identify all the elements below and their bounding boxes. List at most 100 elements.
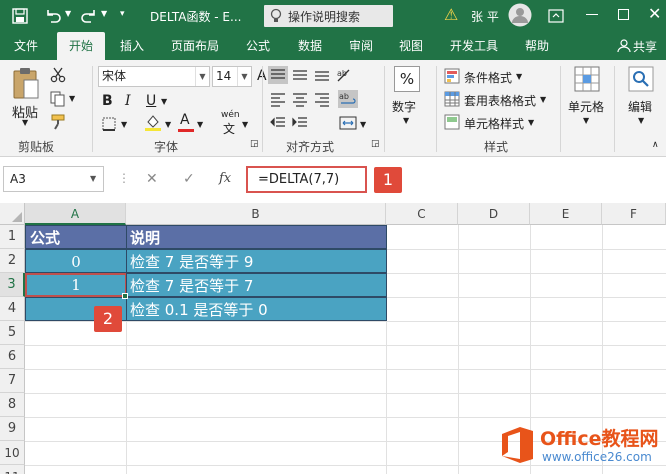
underline-dropdown-icon[interactable]: ▼ <box>161 97 167 106</box>
wrap-text-icon[interactable]: ab <box>338 90 358 108</box>
close-button[interactable]: ✕ <box>648 4 661 23</box>
cells-button[interactable]: 单元格 ▼ <box>566 66 608 130</box>
merge-dropdown-icon[interactable]: ▼ <box>360 120 366 129</box>
enter-icon[interactable]: ✓ <box>183 171 195 187</box>
name-box[interactable]: A3 ▼ <box>3 166 104 192</box>
customize-toolbar-icon[interactable]: ▾ <box>120 9 125 19</box>
tab-help[interactable]: 帮助 <box>515 32 559 60</box>
cell-style-icon[interactable] <box>444 114 460 130</box>
font-name-select[interactable]: 宋体 ▼ <box>98 66 210 87</box>
font-size-select[interactable]: 14 ▼ <box>212 66 252 87</box>
tab-developer[interactable]: 开发工具 <box>444 32 504 60</box>
orientation-icon[interactable]: ab <box>334 66 354 84</box>
align-left-icon[interactable] <box>268 90 288 108</box>
select-all-corner[interactable] <box>0 203 25 225</box>
fill-handle[interactable] <box>122 293 128 299</box>
editing-button[interactable]: 编辑 ▼ <box>622 66 662 130</box>
format-painter-icon[interactable] <box>50 114 68 130</box>
number-format-button[interactable]: % 数字 ▼ <box>390 66 424 126</box>
row-header-6[interactable]: 6 <box>0 345 25 369</box>
tab-page-layout[interactable]: 页面布局 <box>165 32 225 60</box>
bold-button[interactable]: B <box>102 93 113 109</box>
maximize-button[interactable] <box>618 9 629 20</box>
align-center-icon[interactable] <box>290 90 310 108</box>
cell-a2[interactable]: 0 <box>25 249 127 273</box>
tab-data[interactable]: 数据 <box>288 32 332 60</box>
cell-b2[interactable]: 检查 7 是否等于 9 <box>126 249 387 273</box>
column-header-c[interactable]: C <box>386 203 458 225</box>
font-dialog-launcher-icon[interactable]: ◲ <box>250 139 259 149</box>
phonetic-wen-char[interactable]: 文 <box>223 120 235 137</box>
table-format-icon[interactable] <box>444 91 460 107</box>
align-top-icon[interactable] <box>268 66 288 84</box>
tab-home[interactable]: 开始 <box>57 32 105 60</box>
underline-button[interactable]: U <box>146 93 156 109</box>
undo-icon[interactable] <box>44 8 62 24</box>
ribbon-display-icon[interactable] <box>548 9 564 23</box>
row-header-1[interactable]: 1 <box>0 225 25 249</box>
column-header-d[interactable]: D <box>458 203 530 225</box>
decrease-indent-icon[interactable] <box>268 114 288 132</box>
cut-icon[interactable] <box>50 67 66 83</box>
align-bottom-icon[interactable] <box>312 66 332 84</box>
redo-dropdown-icon[interactable]: ▼ <box>101 9 107 18</box>
column-header-e[interactable]: E <box>530 203 602 225</box>
cell-b1[interactable]: 说明 <box>126 225 387 249</box>
share-button[interactable]: 共享 <box>617 32 665 60</box>
copy-icon[interactable] <box>50 91 66 107</box>
font-color-button[interactable]: A <box>180 112 190 128</box>
cell-a3[interactable]: 1 <box>25 273 127 297</box>
conditional-format-label[interactable]: 条件格式 <box>464 69 512 86</box>
number-dropdown-icon[interactable]: ▼ <box>403 116 409 125</box>
table-format-label[interactable]: 套用表格格式 <box>464 92 536 109</box>
save-icon[interactable] <box>12 8 28 24</box>
increase-indent-icon[interactable] <box>290 114 310 132</box>
row-header-11[interactable]: 11 <box>0 465 25 474</box>
merge-center-icon[interactable] <box>338 114 358 132</box>
paste-icon[interactable] <box>11 66 41 100</box>
row-header-10[interactable]: 10 <box>0 441 25 465</box>
phonetic-wen-label[interactable]: wén <box>221 110 240 120</box>
tab-view[interactable]: 视图 <box>389 32 433 60</box>
cancel-icon[interactable]: ✕ <box>146 171 158 187</box>
border-icon[interactable] <box>102 117 116 131</box>
font-name-dropdown-icon[interactable]: ▼ <box>195 67 209 86</box>
fill-color-dropdown-icon[interactable]: ▼ <box>165 120 171 129</box>
user-name[interactable]: 张 平 <box>471 8 499 25</box>
tab-formulas[interactable]: 公式 <box>236 32 280 60</box>
cells-dropdown-icon[interactable]: ▼ <box>583 116 589 125</box>
tab-insert[interactable]: 插入 <box>110 32 154 60</box>
column-header-b[interactable]: B <box>126 203 386 225</box>
search-box[interactable]: 操作说明搜索 <box>264 5 393 27</box>
align-middle-icon[interactable] <box>290 66 310 84</box>
alignment-dialog-launcher-icon[interactable]: ◲ <box>371 139 380 149</box>
insert-function-icon[interactable]: fx <box>219 171 231 186</box>
table-format-dropdown-icon[interactable]: ▼ <box>540 95 546 104</box>
cell-b4[interactable]: 检查 0.1 是否等于 0 <box>126 297 387 321</box>
tab-file[interactable]: 文件 <box>4 32 48 60</box>
paste-dropdown-icon[interactable]: ▼ <box>22 118 28 127</box>
collapse-ribbon-icon[interactable]: ∧ <box>652 140 659 150</box>
row-header-9[interactable]: 9 <box>0 417 25 441</box>
formula-input[interactable]: =DELTA(7,7) <box>246 166 367 193</box>
row-header-8[interactable]: 8 <box>0 393 25 417</box>
row-header-2[interactable]: 2 <box>0 249 25 273</box>
row-header-5[interactable]: 5 <box>0 321 25 345</box>
italic-button[interactable]: I <box>125 93 131 109</box>
copy-dropdown-icon[interactable]: ▼ <box>69 94 75 103</box>
name-box-dropdown-icon[interactable]: ▼ <box>90 174 96 183</box>
font-size-dropdown-icon[interactable]: ▼ <box>237 67 251 86</box>
row-header-3[interactable]: 3 <box>0 273 25 297</box>
fill-color-icon[interactable] <box>144 113 162 131</box>
phonetic-dropdown-icon[interactable]: ▼ <box>242 120 248 129</box>
cell-style-dropdown-icon[interactable]: ▼ <box>528 118 534 127</box>
redo-icon[interactable] <box>80 8 98 24</box>
column-header-a[interactable]: A <box>25 203 126 225</box>
font-color-dropdown-icon[interactable]: ▼ <box>197 120 203 129</box>
cell-a1[interactable]: 公式 <box>25 225 127 249</box>
warning-icon[interactable]: ⚠ <box>444 5 458 24</box>
conditional-format-icon[interactable] <box>444 68 460 84</box>
row-header-7[interactable]: 7 <box>0 369 25 393</box>
border-dropdown-icon[interactable]: ▼ <box>121 120 127 129</box>
cell-style-label[interactable]: 单元格样式 <box>464 115 524 132</box>
